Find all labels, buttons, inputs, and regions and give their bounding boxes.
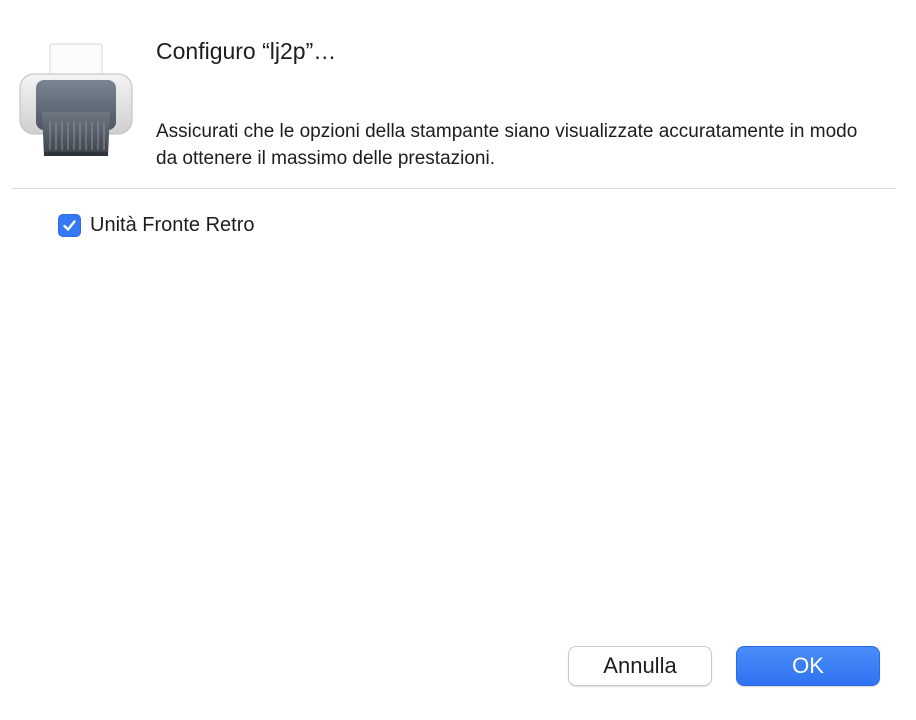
dialog-title: Configuro “lj2p”… xyxy=(156,38,337,64)
option-duplex-unit[interactable]: Unità Fronte Retro xyxy=(58,214,255,237)
cancel-button[interactable]: Annulla xyxy=(568,646,712,686)
printer-icon xyxy=(16,40,136,160)
printer-setup-dialog: Configuro “lj2p”… Assicurati che le opzi… xyxy=(0,0,916,720)
ok-button[interactable]: OK xyxy=(736,646,880,686)
duplex-unit-label: Unità Fronte Retro xyxy=(90,214,255,236)
checkmark-icon xyxy=(63,220,76,231)
duplex-unit-checkbox[interactable] xyxy=(58,214,81,237)
divider xyxy=(12,188,896,189)
dialog-description: Assicurati che le opzioni della stampant… xyxy=(156,121,858,169)
